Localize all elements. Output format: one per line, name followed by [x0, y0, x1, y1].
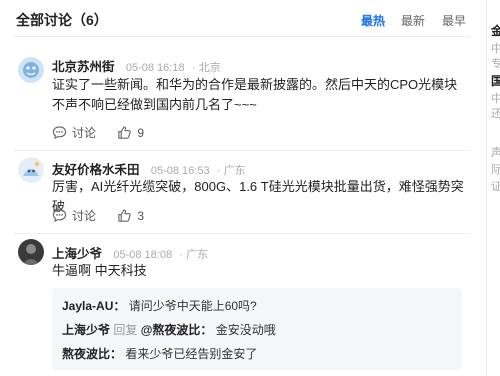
- side-panel-text: 声: [491, 144, 500, 160]
- reply-verb: 回复: [113, 323, 138, 337]
- side-panel-text: 际: [491, 161, 500, 177]
- comment-text: 牛逼啊 中天科技: [52, 263, 147, 278]
- comment-meta: 上海少爷 05-08 18:08 · 广东: [52, 243, 209, 261]
- side-panel-text: 专: [491, 55, 500, 71]
- side-panel-text: 中: [491, 40, 500, 56]
- header-divider: [14, 36, 470, 37]
- discuss-label: 讨论: [72, 209, 97, 223]
- comment-time: 05-08 16:53: [150, 165, 210, 177]
- reply-list: Jayla-AU： 请问少爷中天能上60吗? 上海少爷 回复 @熬夜波比： 金安…: [52, 288, 462, 370]
- side-panel-text: 证: [491, 178, 500, 194]
- comment-divider: [14, 233, 470, 234]
- discuss-button[interactable]: 讨论: [52, 124, 96, 141]
- side-panel-text[interactable]: 金: [491, 22, 500, 39]
- reply-text: 看来少爷已经告别金安了: [125, 347, 258, 361]
- avatar[interactable]: [18, 157, 44, 183]
- reply-username[interactable]: Jayla-AU：: [62, 299, 125, 313]
- side-panel-text: 中: [491, 90, 500, 106]
- reply-item: 熬夜波比： 看来少爷已经告别金安了: [62, 345, 257, 362]
- comment-meta: 北京苏州街 05-08 16:18 · 北京: [52, 56, 221, 74]
- reply-target[interactable]: @熬夜波比：: [141, 323, 213, 337]
- comment-text: 证实了一些新闻。和华为的合作是最新披露的。然后中天的CPO光模块不声不响已经做到…: [52, 77, 458, 112]
- comment-username[interactable]: 友好价格水禾田: [52, 163, 140, 177]
- discuss-button[interactable]: 讨论: [52, 207, 96, 224]
- thumbs-up-icon: [118, 126, 132, 139]
- discussion-header: 全部讨论（6） 最热 最新 最早: [0, 0, 470, 34]
- comment-username[interactable]: 北京苏州街: [52, 60, 115, 74]
- like-button[interactable]: 9: [117, 125, 144, 140]
- comment-time: 05-08 18:08: [113, 249, 173, 261]
- like-button[interactable]: 3: [117, 208, 144, 223]
- reply-item: 上海少爷 回复 @熬夜波比： 金安没动哦: [62, 321, 276, 338]
- reply-item: Jayla-AU： 请问少爷中天能上60吗?: [62, 297, 257, 314]
- side-panel-text: 还: [491, 105, 500, 121]
- comment-location: · 广东: [179, 249, 209, 261]
- sort-hot-tab[interactable]: 最热: [361, 12, 385, 29]
- comment-time: 05-08 16:18: [125, 62, 185, 74]
- side-panel: 金 中 专 国 中 还 声 际 证: [486, 0, 500, 376]
- comment-location: · 北京: [191, 62, 221, 74]
- reply-text: 金安没动哦: [215, 323, 276, 337]
- reply-username[interactable]: 上海少爷: [62, 323, 110, 337]
- comment-username[interactable]: 上海少爷: [52, 247, 102, 261]
- chat-bubble-icon: [52, 209, 67, 223]
- like-count: 9: [137, 125, 145, 140]
- sort-oldest-tab[interactable]: 最早: [442, 12, 466, 29]
- discuss-label: 讨论: [72, 126, 97, 140]
- comment-actions: 讨论 9: [52, 124, 162, 142]
- discussion-title: 全部讨论（6）: [16, 12, 108, 28]
- thumbs-up-icon: [118, 209, 132, 222]
- avatar[interactable]: [18, 239, 44, 265]
- side-panel-text[interactable]: 国: [491, 72, 500, 89]
- comment-meta: 友好价格水禾田 05-08 16:53 · 广东: [52, 159, 246, 177]
- comment-actions: 讨论 3: [52, 207, 162, 225]
- sort-newest-tab[interactable]: 最新: [401, 12, 425, 29]
- chat-bubble-icon: [52, 126, 67, 140]
- avatar[interactable]: [18, 57, 44, 83]
- reply-username[interactable]: 熬夜波比：: [62, 347, 122, 361]
- like-count: 3: [137, 208, 145, 223]
- comment-divider: [14, 150, 470, 151]
- comment-location: · 广东: [216, 165, 246, 177]
- reply-text: 请问少爷中天能上60吗?: [128, 299, 257, 313]
